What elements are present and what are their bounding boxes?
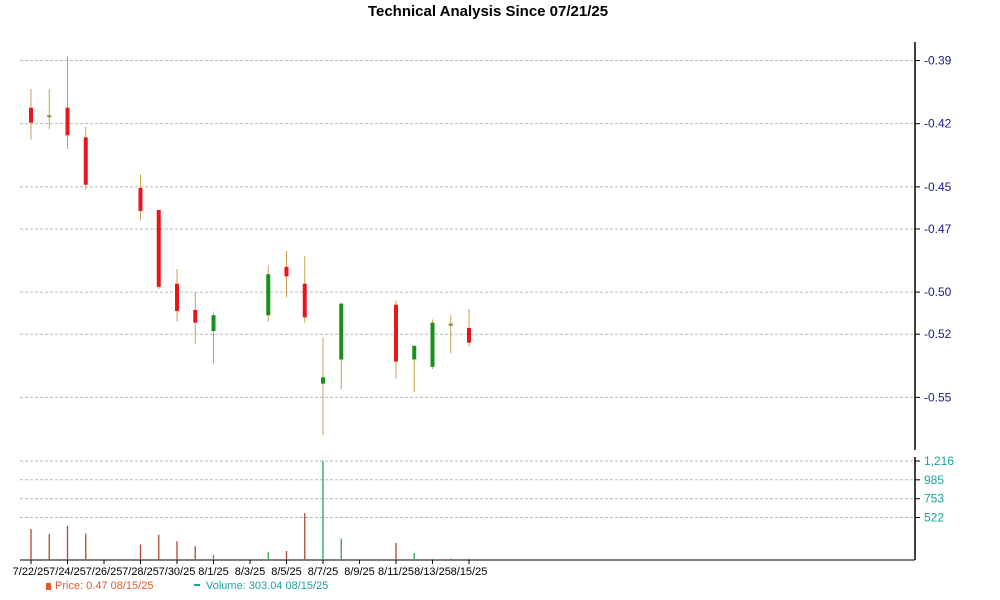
price-tick-label: -0.45	[924, 180, 952, 194]
candle-body	[193, 310, 198, 323]
candle-body	[284, 266, 289, 277]
legend-volume-label: Volume: 303.04 08/15/25	[206, 580, 329, 592]
x-tick-label: 7/22/25	[13, 566, 50, 578]
price-tick-label: -0.52	[924, 327, 952, 341]
candle-body	[211, 315, 216, 332]
x-tick-label: 8/7/25	[308, 566, 339, 578]
candle-wicks	[30, 56, 470, 436]
candle-body	[467, 327, 471, 343]
price-tick-label: -0.55	[924, 390, 952, 404]
volume-tick-label: 985	[924, 473, 944, 487]
candle-body	[83, 137, 88, 185]
price-tick-label: -0.50	[924, 285, 952, 299]
volume-tick-label: 753	[924, 492, 944, 506]
candle-body	[266, 274, 271, 316]
x-tick-label: 8/13/25	[414, 566, 451, 578]
x-tick-label: 8/3/25	[235, 566, 266, 578]
volume-swatch-icon	[194, 584, 200, 586]
chart-title: Technical Analysis Since 07/21/25	[368, 3, 608, 20]
price-tick-label: -0.39	[924, 54, 952, 68]
candle-body	[321, 377, 325, 384]
candle-body	[138, 187, 143, 212]
x-tick-label: 7/30/25	[159, 566, 196, 578]
candle-body	[394, 304, 398, 362]
volume-tick-label: 522	[924, 511, 944, 525]
price-tick-label: -0.42	[924, 117, 952, 131]
candle-body	[448, 323, 453, 326]
x-tick-label: 8/5/25	[271, 566, 302, 578]
x-tick-label: 7/24/25	[49, 566, 86, 578]
candle-bodies	[29, 107, 471, 384]
x-tick-label: 8/9/25	[344, 566, 375, 578]
x-tick-label: 8/11/25	[378, 566, 414, 578]
x-tick-label: 7/26/25	[86, 566, 123, 578]
price-tick-label: -0.47	[924, 222, 952, 236]
x-tick-label: 8/1/25	[198, 566, 229, 578]
grid-lines	[20, 60, 915, 519]
candle-body	[302, 283, 307, 318]
axes	[20, 42, 920, 564]
legend-price-label: Price: 0.47 08/15/25	[55, 580, 154, 592]
candle-body	[156, 210, 161, 287]
price-swatch-icon	[46, 583, 51, 590]
candle-body	[175, 283, 179, 312]
candle-body	[47, 115, 52, 118]
candle-body	[430, 322, 435, 367]
candle-body	[412, 345, 417, 360]
candle-body	[29, 107, 33, 123]
technical-analysis-chart: Technical Analysis Since 07/21/25 -0.39-…	[13, 3, 955, 578]
tick-labels: -0.39 -0.42 -0.45 -0.47 -0.50 -0.52 -0.55 1,216…	[13, 54, 955, 578]
x-tick-label: 7/28/25	[122, 566, 159, 578]
legend-price: Price: 0.47 08/15/25	[46, 580, 153, 592]
x-tick-label: 8/15/25	[451, 566, 488, 578]
volume-bars	[30, 461, 470, 560]
candle-body	[339, 303, 344, 360]
legend-volume: Volume: 303.04 08/15/25	[194, 580, 328, 592]
candle-body	[65, 107, 70, 136]
volume-tick-label: 1,216	[924, 454, 954, 468]
